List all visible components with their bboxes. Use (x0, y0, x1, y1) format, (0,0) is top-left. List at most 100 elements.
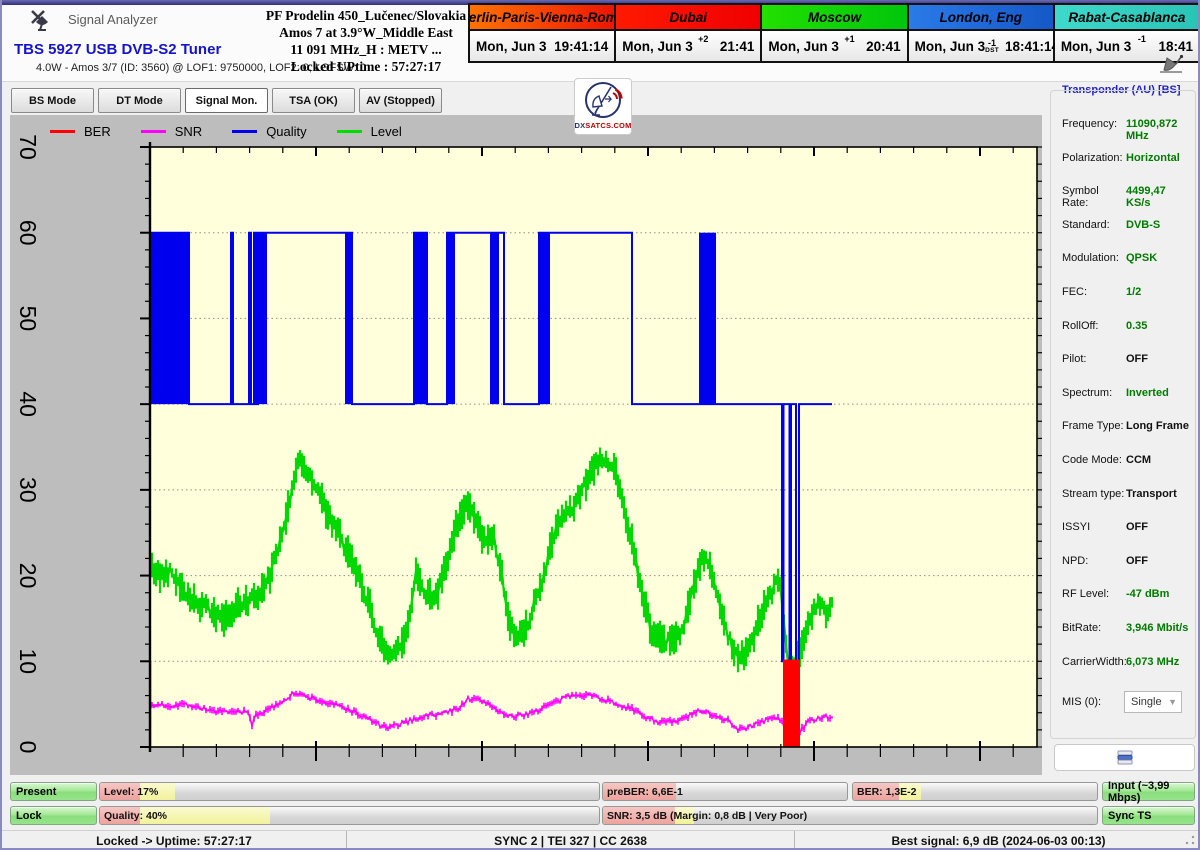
tp-label: ISSYI (1062, 521, 1126, 535)
clock-time: 18:41:14 (1005, 39, 1059, 54)
quality-band (447, 233, 455, 404)
input-rate-indicator[interactable]: Input (~3,99 Mbps) (1102, 782, 1195, 801)
tp-row-codemode: Code Mode:CCM (1062, 454, 1192, 468)
quality-band (539, 233, 550, 404)
site-note-line4: Locked UPtime : 57:27:17 (265, 58, 467, 75)
resize-grip[interactable] (1185, 835, 1195, 845)
sync-ts-indicator[interactable]: Sync TS (1102, 806, 1195, 825)
tp-value: OFF (1126, 555, 1148, 569)
tp-row-carrierwidth: CarrierWidth:6,073 MHz (1062, 656, 1192, 670)
tp-row-rolloff: RollOff:0.35 (1062, 320, 1192, 334)
quality-band (414, 233, 427, 404)
clock-date: Mon, Jun 3 (768, 39, 839, 54)
ts-buffer-button[interactable] (1054, 744, 1195, 771)
tp-value: Transport (1126, 488, 1177, 502)
dxsatcs-logo-icon (581, 79, 625, 121)
level-bar: Level: 17% (99, 782, 600, 801)
y-tick-label: 0 (15, 741, 41, 754)
tp-row-pilot: Pilot:OFF (1062, 353, 1192, 367)
legend-item-level: Level (337, 124, 402, 139)
device-name: TBS 5927 USB DVB-S2 Tuner (14, 41, 221, 58)
legend-line-swatch (50, 130, 75, 133)
tp-label: RF Level: (1062, 588, 1126, 602)
tp-value: 6,073 MHz (1126, 656, 1179, 670)
legend-line-swatch (337, 130, 362, 133)
status-section-3: Best signal: 6,9 dB (2024-06-03 00:13) (795, 831, 1200, 850)
lock-indicator[interactable]: Lock (10, 806, 97, 825)
tp-label: Frame Type: (1062, 420, 1126, 434)
tp-label: Modulation: (1062, 252, 1126, 266)
tp-row-mis: MIS (0): (1062, 696, 1192, 710)
clock-city-label: Rabat-Casablanca (1055, 5, 1199, 31)
clock-time-row: Mon, Jun 3+120:41 (762, 31, 906, 61)
tp-label: BitRate: (1062, 622, 1126, 636)
chart-canvas: 010203040506070 (10, 115, 1042, 775)
bar-label: preBER: 6,6E-1 (607, 783, 683, 800)
legend-item-snr: SNR (141, 124, 202, 139)
tp-value: QPSK (1126, 252, 1157, 266)
signal-chart: 010203040506070 BERSNRQualityLevel (10, 115, 1042, 775)
bar-label: Level: 17% (104, 783, 158, 800)
y-tick-label: 70 (15, 134, 41, 160)
legend-label: SNR (175, 124, 202, 139)
chart-legend: BER SNR Quality Level (50, 121, 402, 141)
clock-time: 21:41 (720, 39, 755, 54)
tp-label: CarrierWidth: (1062, 656, 1126, 670)
clock-time-row: Mon, Jun 3 19:41:14 (470, 31, 614, 61)
tab-dt-mode[interactable]: DT Mode (98, 88, 181, 113)
clock-4: London, EngMon, Jun 3-1DST18:41:14 (909, 5, 1055, 61)
tp-row-issyi: ISSYIOFF (1062, 521, 1192, 535)
clock-date: Mon, Jun 3 (476, 39, 547, 54)
tp-value: Long Frame (1126, 420, 1189, 434)
clock-city-label: Dubai (616, 5, 760, 31)
clock-utc-offset: +2 (698, 34, 708, 44)
small-dish-icon (1154, 52, 1188, 81)
bar-label: BER: 1,3E-2 (857, 783, 917, 800)
tp-label: Stream type: (1062, 488, 1126, 502)
tab-av-stopped-[interactable]: AV (Stopped) (359, 88, 442, 113)
quality-band (345, 233, 352, 404)
dxsatcs-logo: DXSATCS.COM (574, 78, 632, 135)
present-indicator[interactable]: Present (10, 782, 97, 801)
clock-city-label: London, Eng (909, 5, 1053, 31)
tp-row-frequency: Frequency:11090,872 MHz (1062, 118, 1192, 132)
tab-signal-mon-[interactable]: Signal Mon. (185, 88, 268, 113)
clock-city-label: Moscow (762, 5, 906, 31)
site-note-line1: PF Prodelin 450_Lučenec/Slovakia (265, 7, 467, 24)
legend-item-quality: Quality (232, 124, 306, 139)
quality-band (258, 233, 267, 404)
tp-label: Spectrum: (1062, 387, 1126, 401)
legend-line-swatch (232, 130, 257, 133)
tp-row-symbolrate: Symbol Rate:4499,47 KS/s (1062, 185, 1192, 199)
tp-value: -47 dBm (1126, 588, 1169, 602)
tp-value: OFF (1126, 521, 1148, 535)
tp-label: FEC: (1062, 286, 1126, 300)
tp-value: Inverted (1126, 387, 1169, 401)
status-bar: Locked -> Uptime: 57:27:17SYNC 2 | TEI 3… (2, 830, 1200, 850)
tp-value: 11090,872 MHz (1126, 118, 1192, 132)
tp-value: Horizontal (1126, 152, 1180, 166)
clock-utc-offset: -1 (1138, 34, 1146, 44)
clock-1: Berlin-Paris-Vienna-RomaMon, Jun 319:41:… (470, 5, 616, 61)
y-tick-label: 50 (15, 306, 41, 332)
quality-band (150, 233, 188, 404)
quality-band (699, 233, 716, 404)
tp-row-standard: Standard:DVB-S (1062, 219, 1192, 233)
ber-error-block (783, 660, 800, 747)
disk-stack-icon (1117, 750, 1133, 765)
tp-row-fec: FEC:1/2 (1062, 286, 1192, 300)
signal-analyzer-window: Signal Analyzer TBS 5927 USB DVB-S2 Tune… (0, 0, 1200, 850)
app-dish-icon (28, 8, 58, 37)
tp-value: OFF (1126, 353, 1148, 367)
clock-time: 19:41:14 (554, 39, 608, 54)
tab-bs-mode[interactable]: BS Mode (11, 88, 94, 113)
clock-date: Mon, Jun 3 (1061, 39, 1132, 54)
legend-label: BER (84, 124, 111, 139)
tp-row-spectrum: Spectrum:Inverted (1062, 387, 1192, 401)
tp-value: 4499,47 KS/s (1126, 185, 1192, 199)
tp-label: RollOff: (1062, 320, 1126, 334)
ber-bar: BER: 1,3E-2 (852, 782, 1098, 801)
tp-row-modulation: Modulation:QPSK (1062, 252, 1192, 266)
tab-tsa-ok-[interactable]: TSA (OK) (272, 88, 355, 113)
clock-time: 20:41 (866, 39, 901, 54)
